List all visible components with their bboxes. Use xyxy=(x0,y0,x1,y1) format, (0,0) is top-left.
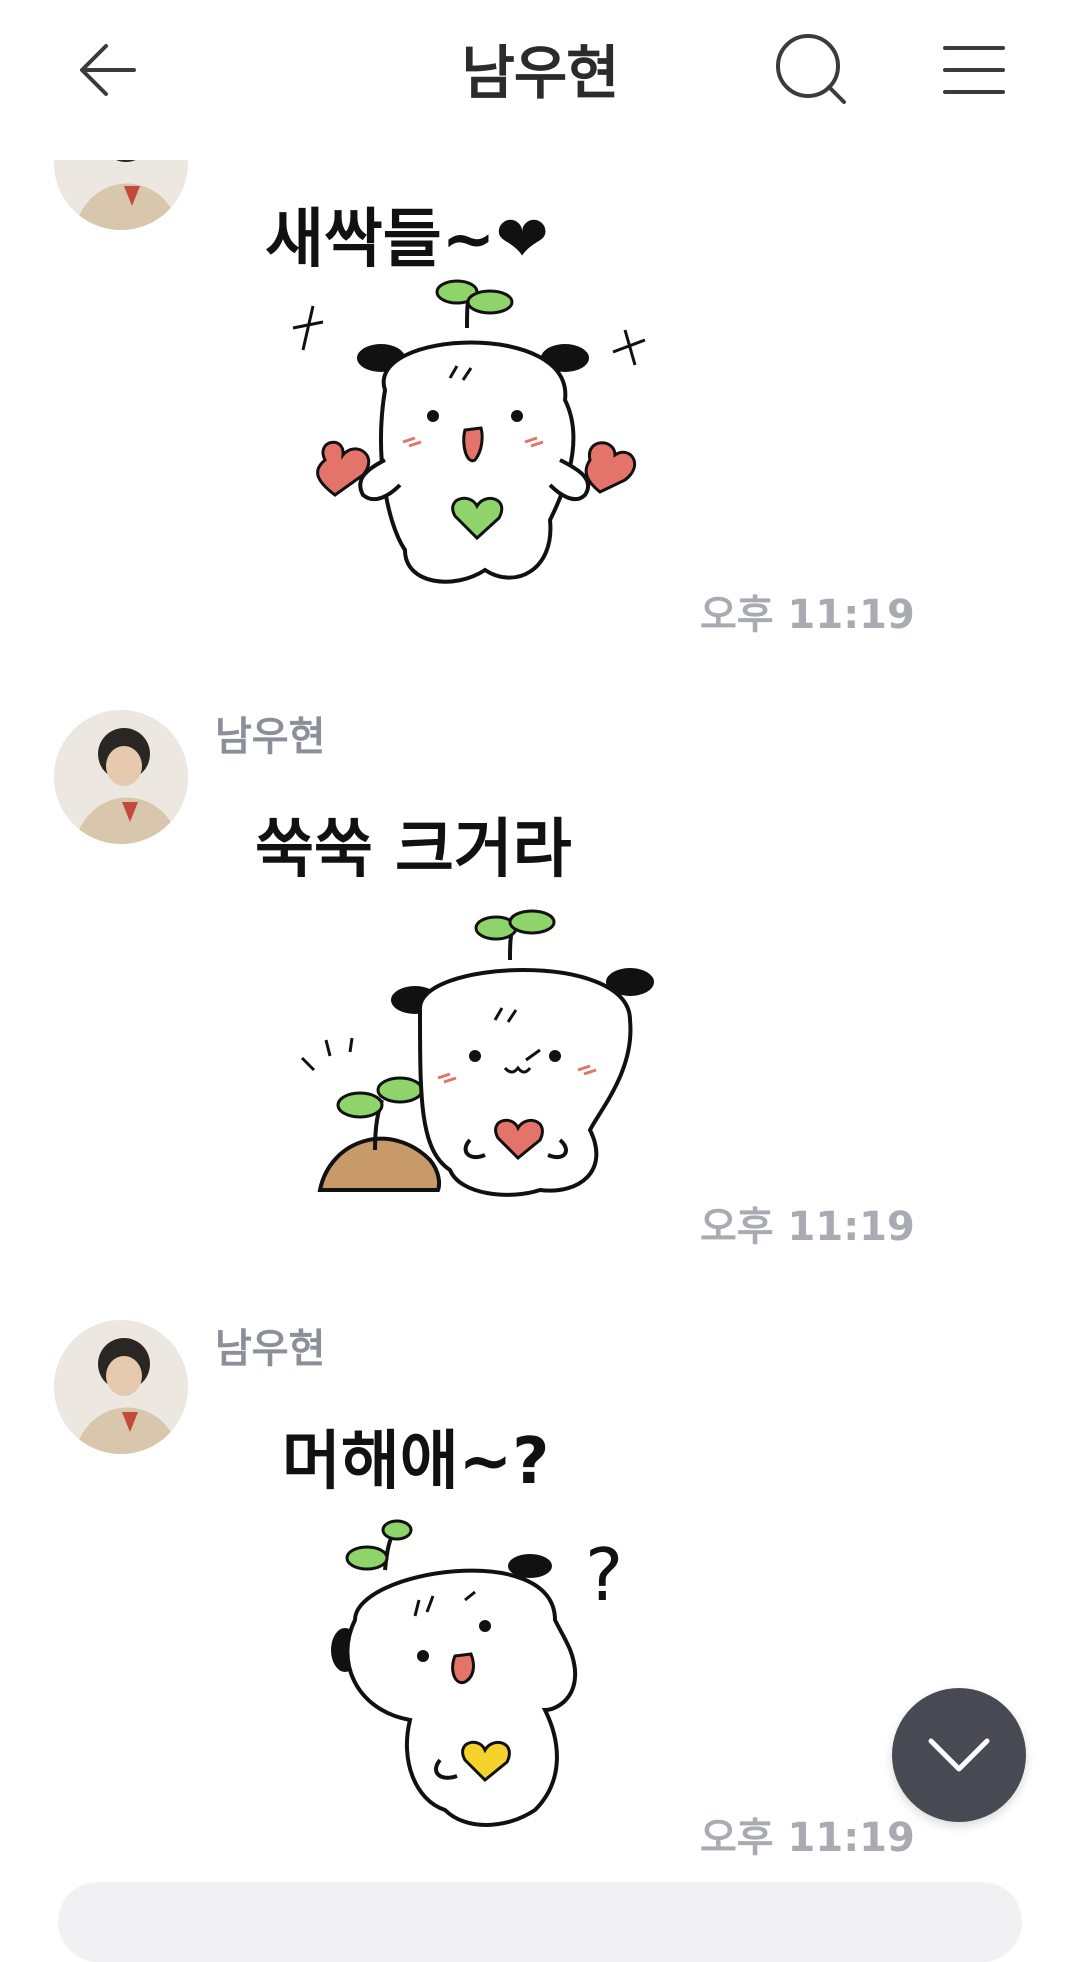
chevron-down-icon xyxy=(928,1738,990,1772)
svg-text:?: ? xyxy=(585,1533,623,1617)
sticker-caption: 머해애~? xyxy=(282,1425,550,1499)
sprout-bear-question-sticker: ? xyxy=(331,1519,623,1827)
chat-title: 남우현 xyxy=(461,39,619,107)
chat-header: 남우현 xyxy=(0,0,1080,160)
message-input-bar[interactable] xyxy=(58,1882,1022,1962)
sticker-caption: 새싹들~❤ xyxy=(265,203,549,277)
hamburger-menu-icon xyxy=(943,46,1005,94)
sender-name: 남우현 xyxy=(215,1326,326,1372)
scroll-to-bottom-button[interactable] xyxy=(892,1688,1026,1822)
chat-feed[interactable]: 새싹들~❤ 오후 11:19 남우현 쑥쑥 크거라 오후 11:19 남우현 머… xyxy=(0,0,1080,1920)
sprout-bear-hearts-sticker xyxy=(292,279,646,584)
message-time: 오후 11:19 xyxy=(700,592,915,638)
search-button[interactable] xyxy=(764,22,860,118)
message-time: 오후 11:19 xyxy=(700,1204,915,1250)
avatar[interactable] xyxy=(54,710,188,844)
avatar[interactable] xyxy=(54,1320,188,1454)
menu-button[interactable] xyxy=(926,22,1022,118)
search-icon xyxy=(776,34,846,104)
sender-name: 남우현 xyxy=(215,714,326,760)
sticker-caption: 쑥쑥 크거라 xyxy=(255,813,572,887)
sprout-bear-planting-sticker xyxy=(300,909,654,1197)
message-time: 오후 11:19 xyxy=(700,1815,915,1861)
